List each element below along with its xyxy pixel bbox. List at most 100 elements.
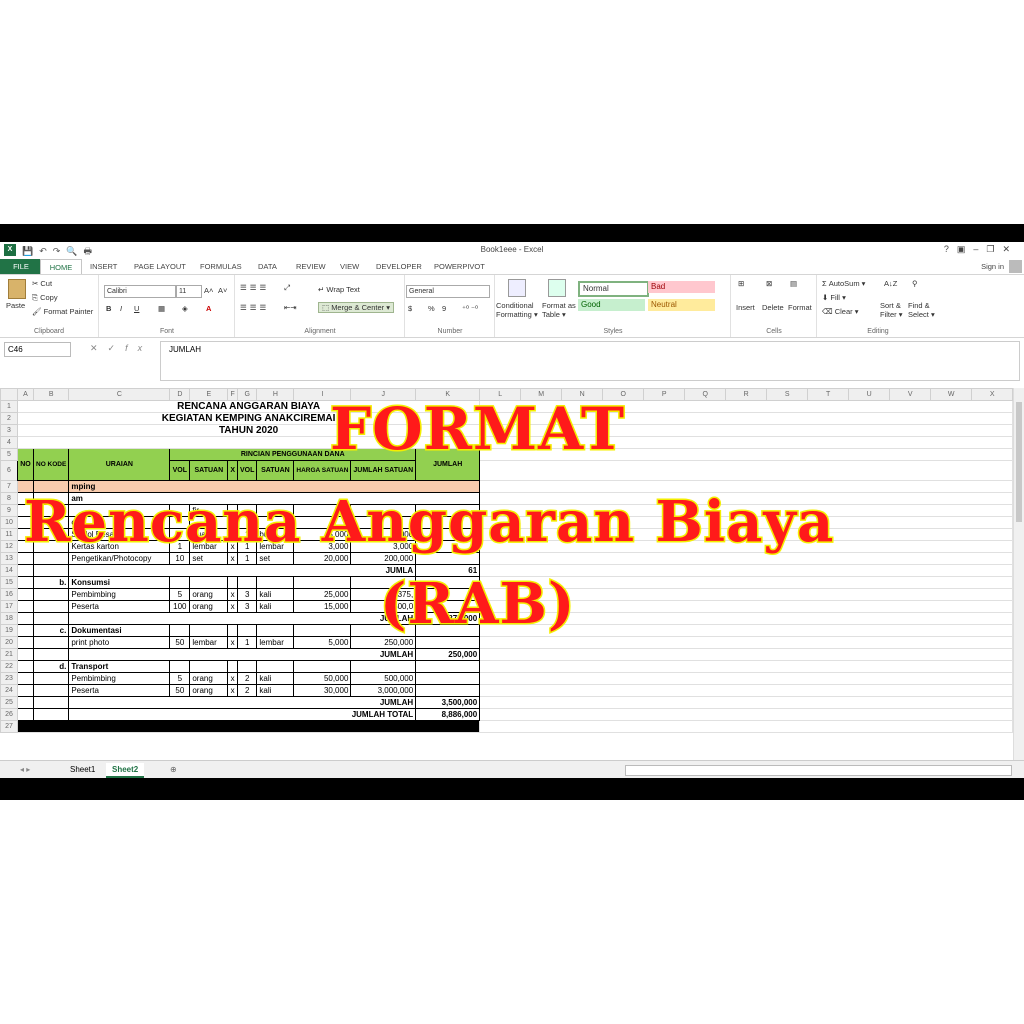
style-good[interactable]: Good <box>578 299 645 311</box>
grand-total[interactable]: 8,886,000 <box>415 708 481 721</box>
cell-vol-2[interactable]: 3 <box>237 600 258 613</box>
cell[interactable] <box>256 624 295 637</box>
row-header[interactable]: 22 <box>0 660 18 673</box>
row-header[interactable]: 12 <box>0 540 18 553</box>
header-satuan[interactable]: SATUAN <box>189 460 229 481</box>
cell-satuan-2[interactable]: kali <box>256 684 295 697</box>
cell[interactable] <box>293 660 352 673</box>
conditional-formatting-icon[interactable] <box>508 279 526 297</box>
cell-vol-2[interactable]: 3 <box>237 588 258 601</box>
empty-cells[interactable] <box>479 648 1014 661</box>
vertical-scrollbar[interactable] <box>1013 388 1024 760</box>
header-satuan-2[interactable]: SATUAN <box>256 460 295 481</box>
sheet-nav-arrows[interactable]: ◂ ▸ <box>14 763 36 776</box>
empty-cells[interactable] <box>479 684 1014 697</box>
format-table-icon[interactable] <box>548 279 566 297</box>
cell[interactable] <box>17 636 34 649</box>
close-icon[interactable]: ✕ <box>1002 244 1018 254</box>
column-header[interactable]: T <box>807 388 850 401</box>
cell-uraian[interactable]: Peserta <box>68 684 171 697</box>
row-header[interactable]: 18 <box>0 612 18 625</box>
cell-satuan[interactable]: orang <box>189 600 229 613</box>
cell-satuan-2[interactable]: kali <box>256 672 295 685</box>
comma-button[interactable]: 9 <box>442 304 446 313</box>
section-letter-d[interactable]: d. <box>32 660 70 673</box>
italic-button[interactable]: I <box>120 304 122 313</box>
indent-icons[interactable]: ⇤⇥ <box>284 303 297 312</box>
row-header[interactable]: 24 <box>0 684 18 697</box>
cell-vol-2[interactable]: 1 <box>237 636 258 649</box>
grow-font-button[interactable]: A˄ <box>204 286 213 295</box>
cell-vol[interactable]: 100 <box>169 600 191 613</box>
cell[interactable] <box>32 708 70 721</box>
subtotal-c[interactable]: 250,000 <box>415 648 481 661</box>
row-header[interactable]: 4 <box>0 436 18 449</box>
header-harga-satuan[interactable]: HARGA SATUAN <box>293 460 352 481</box>
row-header[interactable]: 9 <box>0 504 18 517</box>
cell[interactable] <box>17 600 34 613</box>
horizontal-align-icons[interactable]: ☰☰☰ <box>240 303 269 312</box>
select-all[interactable] <box>0 388 18 401</box>
cell-vol[interactable]: 50 <box>169 684 191 697</box>
cell-harga[interactable]: 50,000 <box>293 672 352 685</box>
row-header[interactable]: 17 <box>0 600 18 613</box>
tab-review[interactable]: REVIEW <box>294 259 328 274</box>
style-bad[interactable]: Bad <box>648 281 715 293</box>
cell[interactable] <box>293 624 352 637</box>
cell[interactable] <box>237 660 258 673</box>
subtotal-label-d[interactable]: JUMLAH <box>68 696 417 709</box>
number-format-select[interactable]: General <box>406 285 490 298</box>
cell[interactable] <box>169 660 191 673</box>
cell-vol-2[interactable]: 2 <box>237 684 258 697</box>
fill-color-icon[interactable]: ◈ <box>182 304 188 313</box>
column-header[interactable]: B <box>32 388 70 401</box>
cell[interactable] <box>32 672 70 685</box>
cell[interactable] <box>17 648 34 661</box>
tab-insert[interactable]: INSERT <box>88 259 119 274</box>
header-jumlah-satuan[interactable]: JUMLAH SATUAN <box>350 460 417 481</box>
font-size-select[interactable]: 11 <box>176 285 202 298</box>
subtotal-label-a[interactable]: JUMLA <box>68 564 417 577</box>
sheet-tab-sheet1[interactable]: Sheet1 <box>64 763 101 776</box>
cell[interactable] <box>415 672 481 685</box>
column-header[interactable]: U <box>848 388 891 401</box>
insert-cells-button[interactable]: Insert <box>736 303 755 312</box>
empty-cells[interactable] <box>479 708 1014 721</box>
cell[interactable] <box>17 684 34 697</box>
shrink-font-button[interactable]: A˅ <box>218 286 227 295</box>
cell[interactable] <box>227 624 238 637</box>
avatar[interactable] <box>1009 260 1022 273</box>
row-header[interactable]: 23 <box>0 672 18 685</box>
column-header[interactable]: Q <box>684 388 727 401</box>
cell-satuan[interactable]: orang <box>189 588 229 601</box>
formula-input[interactable]: JUMLAH <box>160 341 1020 381</box>
ribbon-display-icon[interactable]: ▣ <box>957 244 974 254</box>
cell[interactable] <box>256 576 295 589</box>
cell-satuan-2[interactable]: kali <box>256 588 295 601</box>
section-letter-b[interactable]: b. <box>32 576 70 589</box>
row-header[interactable]: 20 <box>0 636 18 649</box>
conditional-formatting-button[interactable]: Conditional Formatting ▾ <box>496 301 538 319</box>
vertical-align-icons[interactable]: ☰☰☰ <box>240 283 269 292</box>
empty-cells[interactable] <box>479 636 1014 649</box>
autosum-button[interactable]: Σ AutoSum ▾ <box>822 279 865 288</box>
decimal-icons[interactable]: ⁺⁰ ⁻⁰ <box>462 304 478 313</box>
underline-button[interactable]: U <box>134 304 139 313</box>
sign-in-link[interactable]: Sign in <box>981 259 1004 274</box>
cell-harga[interactable]: 30,000 <box>293 684 352 697</box>
cell-x[interactable]: x <box>227 636 238 649</box>
cell[interactable] <box>17 708 34 721</box>
column-header[interactable]: W <box>930 388 973 401</box>
cell-vol[interactable]: 5 <box>169 672 191 685</box>
header-x[interactable]: X <box>227 460 238 481</box>
cell[interactable] <box>17 564 34 577</box>
column-header[interactable]: C <box>68 388 171 401</box>
cell[interactable] <box>415 684 481 697</box>
row-header[interactable]: 27 <box>0 720 18 733</box>
subtotal-d[interactable]: 3,500,000 <box>415 696 481 709</box>
style-normal[interactable]: Normal <box>578 281 649 297</box>
empty-cells[interactable] <box>479 696 1014 709</box>
cell-satuan[interactable]: lembar <box>189 636 229 649</box>
section-transport[interactable]: Transport <box>68 660 171 673</box>
subtotal-label-c[interactable]: JUMLAH <box>68 648 417 661</box>
